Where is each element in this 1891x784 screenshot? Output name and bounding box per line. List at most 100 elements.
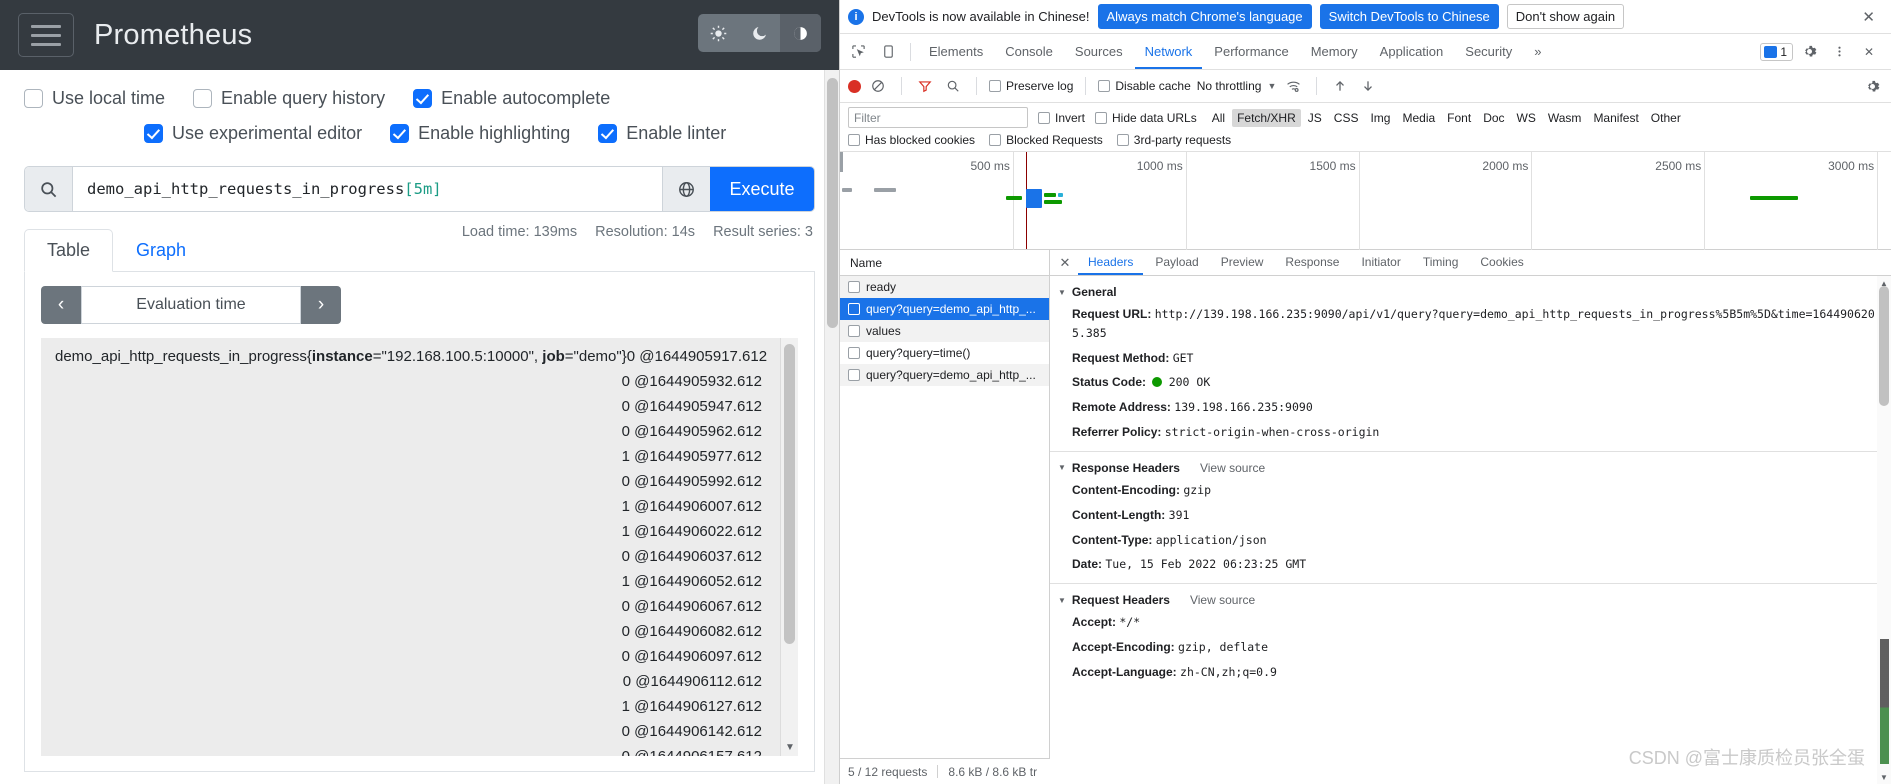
request-list-item[interactable]: ready — [840, 276, 1049, 298]
resource-type-all[interactable]: All — [1207, 109, 1230, 127]
message-count-badge[interactable]: 1 — [1760, 42, 1793, 61]
checkbox-hide-data-urls[interactable]: Hide data URLs — [1095, 111, 1197, 125]
scrollbar-thumb[interactable] — [784, 344, 795, 644]
chevron-down-icon[interactable]: ▼ — [1058, 463, 1066, 472]
checkbox-enable-linter[interactable]: Enable linter — [598, 123, 726, 144]
upload-arrow-icon[interactable] — [1329, 75, 1351, 97]
tab-application[interactable]: Application — [1370, 34, 1454, 69]
tab-initiator[interactable]: Initiator — [1351, 250, 1410, 275]
close-detail-icon[interactable]: ✕ — [1054, 255, 1076, 271]
resource-type-wasm[interactable]: Wasm — [1543, 109, 1587, 127]
tab-memory[interactable]: Memory — [1301, 34, 1368, 69]
tab-table[interactable]: Table — [24, 229, 114, 272]
view-source-link[interactable]: View source — [1200, 461, 1265, 475]
checkbox-preserve-log[interactable]: Preserve log — [989, 79, 1073, 93]
resource-type-ws[interactable]: WS — [1512, 109, 1541, 127]
tab-graph[interactable]: Graph — [113, 229, 209, 272]
scrollbar-thumb[interactable] — [1879, 286, 1889, 406]
checkbox-3rd-party-requests[interactable]: 3rd-party requests — [1116, 133, 1231, 147]
record-dot-icon[interactable] — [848, 79, 861, 93]
tab-console[interactable]: Console — [995, 34, 1063, 69]
response-headers-section-title[interactable]: ▼ Response Headers View source — [1050, 458, 1891, 478]
chevron-down-icon[interactable]: ▼ — [1058, 596, 1066, 605]
tab-network[interactable]: Network — [1135, 34, 1203, 69]
funnel-icon[interactable] — [914, 75, 936, 97]
throttling-select[interactable]: No throttling — [1197, 79, 1262, 93]
checkbox-disable-cache[interactable]: Disable cache — [1098, 79, 1191, 93]
tab-performance[interactable]: Performance — [1204, 34, 1298, 69]
resource-type-fetch-xhr[interactable]: Fetch/XHR — [1232, 108, 1301, 127]
resource-type-font[interactable]: Font — [1442, 109, 1476, 127]
general-section-title[interactable]: ▼ General — [1050, 282, 1891, 302]
tab-timing[interactable]: Timing — [1413, 250, 1469, 275]
eval-time-input[interactable]: Evaluation time — [81, 286, 301, 324]
scroll-down-arrow[interactable]: ▼ — [1877, 770, 1891, 784]
tab-response[interactable]: Response — [1275, 250, 1349, 275]
half-circle-icon[interactable] — [780, 14, 821, 52]
checkbox-use-experimental-editor[interactable]: Use experimental editor — [144, 123, 362, 144]
magnifier-icon[interactable] — [942, 75, 964, 97]
tab-headers[interactable]: Headers — [1078, 250, 1143, 275]
tab-preview[interactable]: Preview — [1211, 250, 1274, 275]
more-panels-icon[interactable]: » — [1524, 34, 1551, 69]
view-source-link[interactable]: View source — [1190, 593, 1255, 607]
resource-type-css[interactable]: CSS — [1329, 109, 1364, 127]
chevron-down-icon[interactable]: ▼ — [1058, 288, 1066, 297]
filter-input[interactable]: Filter — [848, 107, 1028, 128]
request-list-item[interactable]: values — [840, 320, 1049, 342]
result-row: 0 @1644906082.612 — [55, 623, 784, 648]
request-list-item[interactable]: query?query=demo_api_http_... — [840, 298, 1049, 320]
inspect-cursor-icon[interactable] — [844, 38, 872, 66]
kebab-menu-icon[interactable] — [1825, 38, 1853, 66]
page-scrollbar-thumb[interactable] — [827, 78, 838, 328]
resource-type-doc[interactable]: Doc — [1478, 109, 1509, 127]
request-list-item[interactable]: query?query=time() — [840, 342, 1049, 364]
chevron-down-icon[interactable]: ▼ — [1267, 81, 1276, 91]
resource-type-manifest[interactable]: Manifest — [1588, 109, 1643, 127]
checkbox-enable-autocomplete[interactable]: Enable autocomplete — [413, 88, 610, 109]
gear-icon[interactable] — [1795, 38, 1823, 66]
tab-security[interactable]: Security — [1455, 34, 1522, 69]
checkbox-has-blocked-cookies[interactable]: Has blocked cookies — [848, 133, 975, 147]
eval-next-button[interactable]: › — [301, 286, 341, 324]
network-overview-timeline[interactable]: 500 ms 1000 ms 1500 ms 2000 ms 2500 ms 3000 m… — [840, 152, 1891, 250]
clear-circle-slash-icon[interactable] — [867, 75, 889, 97]
hamburger-icon[interactable] — [18, 13, 74, 57]
checkbox-use-local-time[interactable]: Use local time — [24, 88, 165, 109]
device-toolbar-icon[interactable] — [874, 38, 902, 66]
download-arrow-icon[interactable] — [1357, 75, 1379, 97]
sun-icon[interactable] — [698, 14, 739, 52]
page-scrollbar[interactable] — [824, 70, 839, 784]
checkbox-blocked-requests[interactable]: Blocked Requests — [989, 133, 1103, 147]
always-match-language-button[interactable]: Always match Chrome's language — [1097, 4, 1312, 29]
query-input[interactable]: demo_api_http_requests_in_progress [5m] — [73, 167, 662, 211]
resource-type-media[interactable]: Media — [1397, 109, 1440, 127]
header-key: Content-Type: — [1072, 532, 1156, 547]
tab-cookies[interactable]: Cookies — [1470, 250, 1533, 275]
tab-sources[interactable]: Sources — [1065, 34, 1133, 69]
eval-prev-button[interactable]: ‹ — [41, 286, 81, 324]
wifi-settings-icon[interactable] — [1282, 75, 1304, 97]
request-headers-section-title[interactable]: ▼ Request Headers View source — [1050, 590, 1891, 610]
moon-icon[interactable] — [739, 14, 780, 52]
result-scrollbar[interactable]: ▲ ▼ — [780, 338, 798, 756]
globe-icon[interactable] — [662, 167, 710, 211]
dont-show-again-button[interactable]: Don't show again — [1506, 4, 1625, 29]
header-key: Accept-Encoding: — [1072, 639, 1179, 654]
close-icon[interactable]: ✕ — [1855, 38, 1883, 66]
tab-payload[interactable]: Payload — [1145, 250, 1208, 275]
switch-devtools-language-button[interactable]: Switch DevTools to Chinese — [1319, 4, 1499, 29]
network-settings-gear-icon[interactable] — [1861, 75, 1883, 97]
scrollbar-minimap — [1880, 639, 1889, 764]
resource-type-other[interactable]: Other — [1646, 109, 1686, 127]
close-icon[interactable]: ✕ — [1854, 8, 1883, 26]
scroll-down-arrow[interactable]: ▼ — [781, 738, 798, 756]
checkbox-enable-highlighting[interactable]: Enable highlighting — [390, 123, 570, 144]
checkbox-enable-query-history[interactable]: Enable query history — [193, 88, 385, 109]
execute-button[interactable]: Execute — [710, 167, 814, 211]
tab-elements[interactable]: Elements — [919, 34, 993, 69]
checkbox-invert[interactable]: Invert — [1038, 111, 1085, 125]
resource-type-img[interactable]: Img — [1365, 109, 1395, 127]
request-list-item[interactable]: query?query=demo_api_http_... — [840, 364, 1049, 386]
resource-type-js[interactable]: JS — [1303, 109, 1327, 127]
